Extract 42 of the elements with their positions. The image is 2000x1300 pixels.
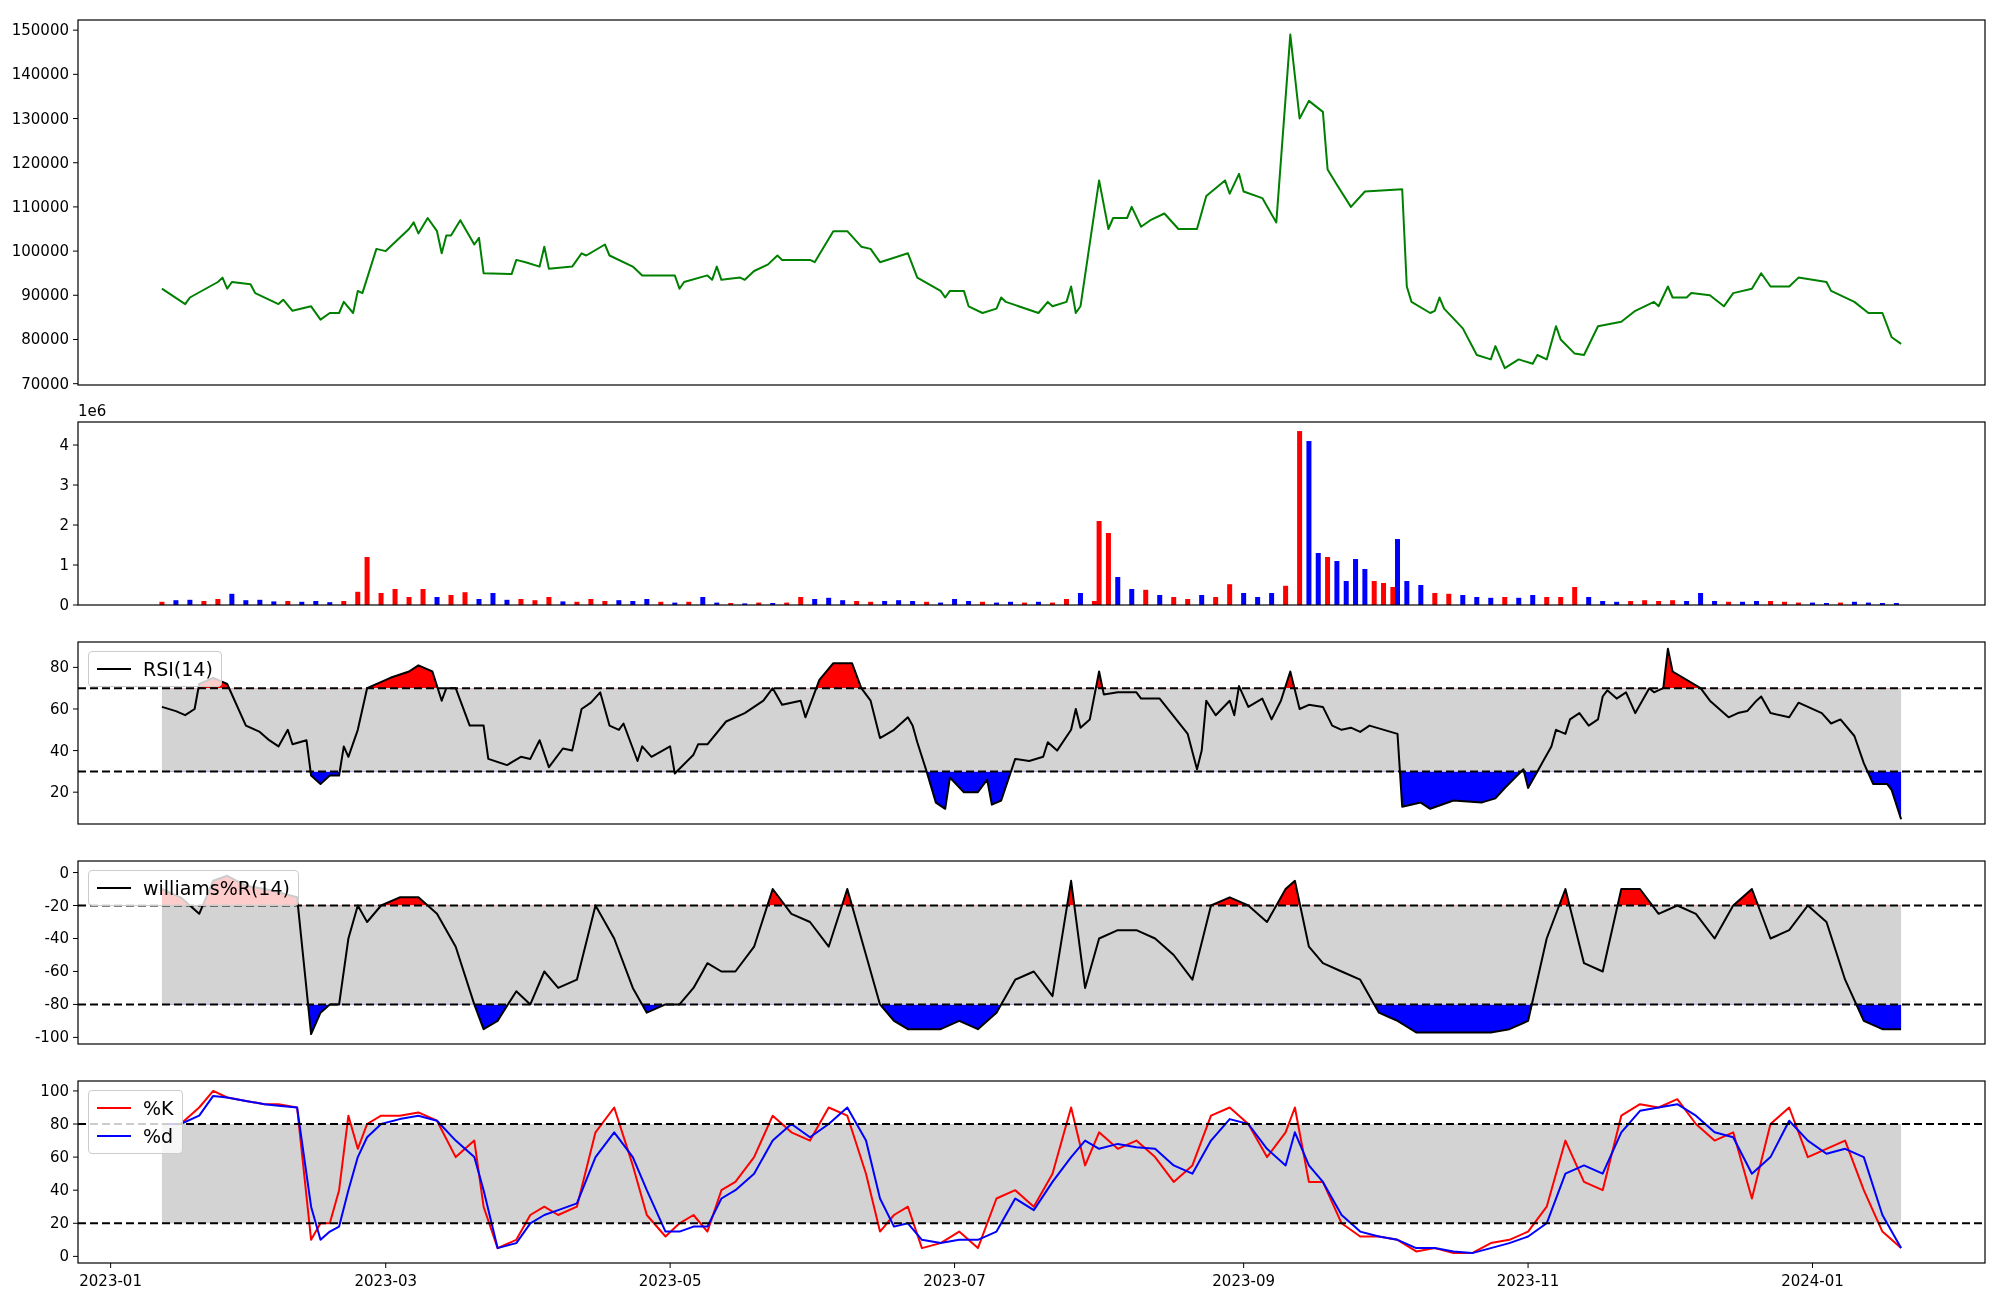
axis-tick-label: 100 xyxy=(40,1081,69,1100)
axis-tick-label: 2023-03 xyxy=(354,1272,418,1290)
legend-label: %d xyxy=(143,1124,174,1148)
axis-tick-label: 40 xyxy=(49,741,69,760)
axis-tick-label: 120000 xyxy=(11,153,69,172)
axis-tick-label: 130000 xyxy=(11,109,69,128)
axis-tick-label: 100000 xyxy=(11,242,69,261)
axis-tick-label: 2023-11 xyxy=(1496,1272,1560,1290)
axis-tick-label: 3 xyxy=(59,476,69,495)
axis-tick-label: 2023-05 xyxy=(638,1272,702,1290)
axis-tick-label: 2023-01 xyxy=(79,1272,142,1290)
axis-tick-label: 70000 xyxy=(21,374,69,393)
axis-tick-label: -80 xyxy=(44,995,69,1014)
axis-tick-label: 40 xyxy=(49,1181,69,1200)
axis-tick-label: 2 xyxy=(59,516,69,534)
axis-tick-label: -40 xyxy=(44,929,69,948)
axis-tick-label: 90000 xyxy=(21,286,69,305)
axis-tick-label: 0 xyxy=(59,1247,69,1266)
axis-tick-label: 60 xyxy=(49,1148,69,1167)
axis-tick-label: 80000 xyxy=(21,330,69,349)
axis-tick-label: 80 xyxy=(49,658,69,677)
legend-label: %K xyxy=(143,1096,174,1120)
axis-tick-label: 110000 xyxy=(11,197,69,216)
axis-tick-label: 140000 xyxy=(11,65,69,84)
axis-tick-label: 2023-09 xyxy=(1212,1272,1275,1290)
axis-tick-label: 0 xyxy=(59,596,69,613)
axis-tick-label: 1 xyxy=(59,556,69,574)
axis-tick-label: 2024-01 xyxy=(1781,1272,1844,1290)
axis-tick-label: -20 xyxy=(44,896,69,915)
axis-tick-label: 2023-07 xyxy=(923,1272,986,1290)
axis-tick-label: 20 xyxy=(49,1214,69,1233)
axis-tick-label: 20 xyxy=(49,783,69,802)
axis-tick-label: 4 xyxy=(59,436,69,455)
axis-tick-label: 0 xyxy=(59,863,69,882)
axis-tick-label: 80 xyxy=(49,1115,69,1133)
axis-tick-label: 150000 xyxy=(11,21,69,40)
legend-label: williams%R(14) xyxy=(143,876,290,900)
axis-offset-label: 1e6 xyxy=(78,402,107,420)
axis-tick-label: -60 xyxy=(44,962,69,981)
legend-label: RSI(14) xyxy=(143,657,213,681)
axis-tick-label: 60 xyxy=(49,700,69,718)
axis-tick-label: -100 xyxy=(34,1028,69,1047)
